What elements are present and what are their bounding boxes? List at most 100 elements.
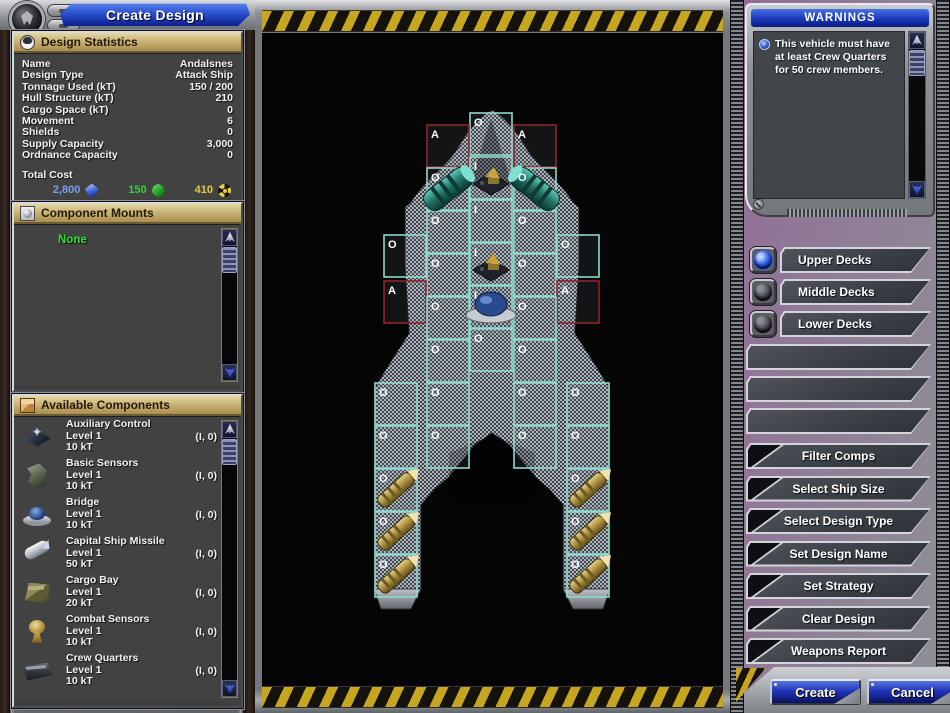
hazard-stripe-top (262, 10, 723, 32)
cell-label: O (561, 239, 570, 251)
component-level: Level 1 (66, 430, 102, 442)
action-button[interactable]: Weapons Report (746, 638, 931, 664)
cell-label: O (431, 344, 440, 356)
component-range: (I, 0) (195, 509, 217, 521)
scroll-up-icon[interactable] (909, 32, 925, 49)
component-name: Auxiliary Control (66, 418, 151, 430)
action-button[interactable]: Select Ship Size (746, 476, 931, 502)
component-text: Auxiliary Control Level 1 10 kT (56, 419, 195, 454)
component-text: Cargo Bay Level 1 20 kT (56, 575, 195, 610)
cell-label: O (379, 516, 388, 528)
component-size: 50 kT (66, 558, 93, 570)
cost-item: 410 (169, 184, 231, 197)
warnings-scrollbar[interactable] (908, 31, 926, 199)
action-button-label: Set Design Name (789, 547, 887, 561)
components-cube-icon (20, 398, 35, 413)
available-components-panel: Available Components Auxiliary Control L… (12, 394, 243, 708)
stats-rows: Name Andalsnes Design Type Attack Ship T… (22, 59, 233, 162)
scrollbar-thumb[interactable] (222, 247, 237, 273)
component-list-item[interactable]: Basic Sensors Level 1 10 kT (I, 0) (14, 456, 241, 495)
ship-design-viewport[interactable]: OAAIOOIOOOOIOOAAIOOOOOOOOOOOOOOOOOOO (262, 33, 723, 686)
screw-icon (753, 199, 764, 210)
component-mounts-body[interactable]: None (14, 224, 241, 385)
deck-radio-ball (754, 251, 772, 269)
action-button-label: Select Ship Size (792, 482, 884, 496)
component-list-item[interactable]: Combat Sensors Level 1 10 kT (I, 0) (14, 612, 241, 651)
deck-button-label: Upper Decks (798, 253, 871, 267)
cell-label: I (474, 161, 477, 173)
deck-button[interactable]: Middle Decks (780, 279, 931, 305)
component-list-item[interactable]: Bridge Level 1 10 kT (I, 0) (14, 495, 241, 534)
deck-radio[interactable] (750, 247, 776, 273)
cell-label: O (431, 301, 440, 313)
component-icon (20, 540, 56, 568)
create-button[interactable]: Create (770, 679, 861, 705)
deck-button[interactable]: Upper Decks (780, 247, 931, 273)
deck-row: Lower Decks (750, 311, 931, 337)
stat-label: Ordnance Capacity (22, 150, 118, 161)
action-button[interactable]: Select Design Type (746, 508, 931, 534)
warnings-title: WARNINGS (751, 9, 929, 27)
cost-item: 2,800 (36, 184, 98, 197)
cell-label: O (518, 215, 527, 227)
scroll-down-icon[interactable] (222, 680, 237, 697)
component-name: Capital Ship Missile (66, 535, 165, 547)
scroll-down-icon[interactable] (222, 364, 237, 381)
ribbed-strip-right (936, 0, 950, 713)
deck-radio[interactable] (750, 311, 776, 337)
scroll-up-icon[interactable] (222, 229, 237, 246)
component-text: Basic Sensors Level 1 10 kT (56, 458, 195, 493)
scrollbar-thumb[interactable] (909, 50, 925, 76)
cancel-button[interactable]: Cancel (867, 679, 950, 705)
component-size: 10 kT (66, 519, 93, 531)
empty-button-slot-1[interactable] (746, 344, 931, 370)
cell-label: A (518, 129, 526, 141)
component-name: Bridge (66, 496, 99, 508)
deck-radio[interactable] (750, 279, 776, 305)
action-button[interactable]: Set Design Name (746, 541, 931, 567)
component-icon (20, 423, 56, 451)
stat-row: Ordnance Capacity 0 (22, 150, 233, 161)
empty-button-slot-3[interactable] (746, 408, 931, 434)
component-list-item[interactable]: Crew Quarters Level 1 10 kT (I, 0) (14, 651, 241, 690)
cost-value: 2,800 (53, 184, 81, 196)
deck-row: Upper Decks (750, 247, 931, 273)
component-mounts-header: Component Mounts (14, 204, 241, 224)
empty-button-slot-2[interactable] (746, 376, 931, 402)
action-button[interactable]: Set Strategy (746, 573, 931, 599)
total-cost-label: Total Cost (22, 169, 233, 181)
cell-label: O (379, 387, 388, 399)
component-size: 10 kT (66, 636, 93, 648)
component-text: Combat Sensors Level 1 10 kT (56, 614, 195, 649)
action-button[interactable]: Filter Comps (746, 443, 931, 469)
components-scrollbar[interactable] (221, 420, 238, 698)
scroll-down-icon[interactable] (909, 181, 925, 198)
design-statistics-body: Name Andalsnes Design Type Attack Ship T… (14, 53, 241, 198)
cell-label: O (518, 430, 527, 442)
component-range: (I, 0) (195, 626, 217, 638)
cost-item: 150 (102, 184, 164, 197)
deck-button-label: Middle Decks (798, 285, 875, 299)
cell-label: A (431, 129, 439, 141)
scroll-up-icon[interactable] (222, 421, 237, 438)
design-viewport-frame: OAAIOOIOOOOIOOAAIOOOOOOOOOOOOOOOOOOO (255, 0, 730, 713)
component-list-item[interactable]: Auxiliary Control Level 1 10 kT (I, 0) (14, 417, 241, 456)
ribbed-strip-left (730, 0, 744, 713)
component-range: (I, 0) (195, 431, 217, 443)
component-list-item[interactable]: Capital Ship Missile Level 1 50 kT (I, 0… (14, 534, 241, 573)
design-statistics-panel: Design Statistics Name Andalsnes Design … (12, 31, 243, 202)
component-mounts-panel: Component Mounts None (12, 202, 243, 392)
cell-label: O (379, 430, 388, 442)
scrollbar-thumb[interactable] (222, 439, 237, 465)
stat-value: 0 (227, 150, 233, 161)
deck-button[interactable]: Lower Decks (780, 311, 931, 337)
component-icon (20, 501, 56, 529)
mounts-scrollbar[interactable] (221, 228, 238, 382)
component-list-item[interactable]: Cargo Bay Level 1 20 kT (I, 0) (14, 573, 241, 612)
cell-label: O (571, 559, 580, 571)
cell-label: O (518, 172, 527, 184)
action-button[interactable]: Clear Design (746, 606, 931, 632)
deck-radio-ball (754, 315, 772, 333)
cell-label: O (518, 301, 527, 313)
action-button-label: Clear Design (802, 612, 875, 626)
